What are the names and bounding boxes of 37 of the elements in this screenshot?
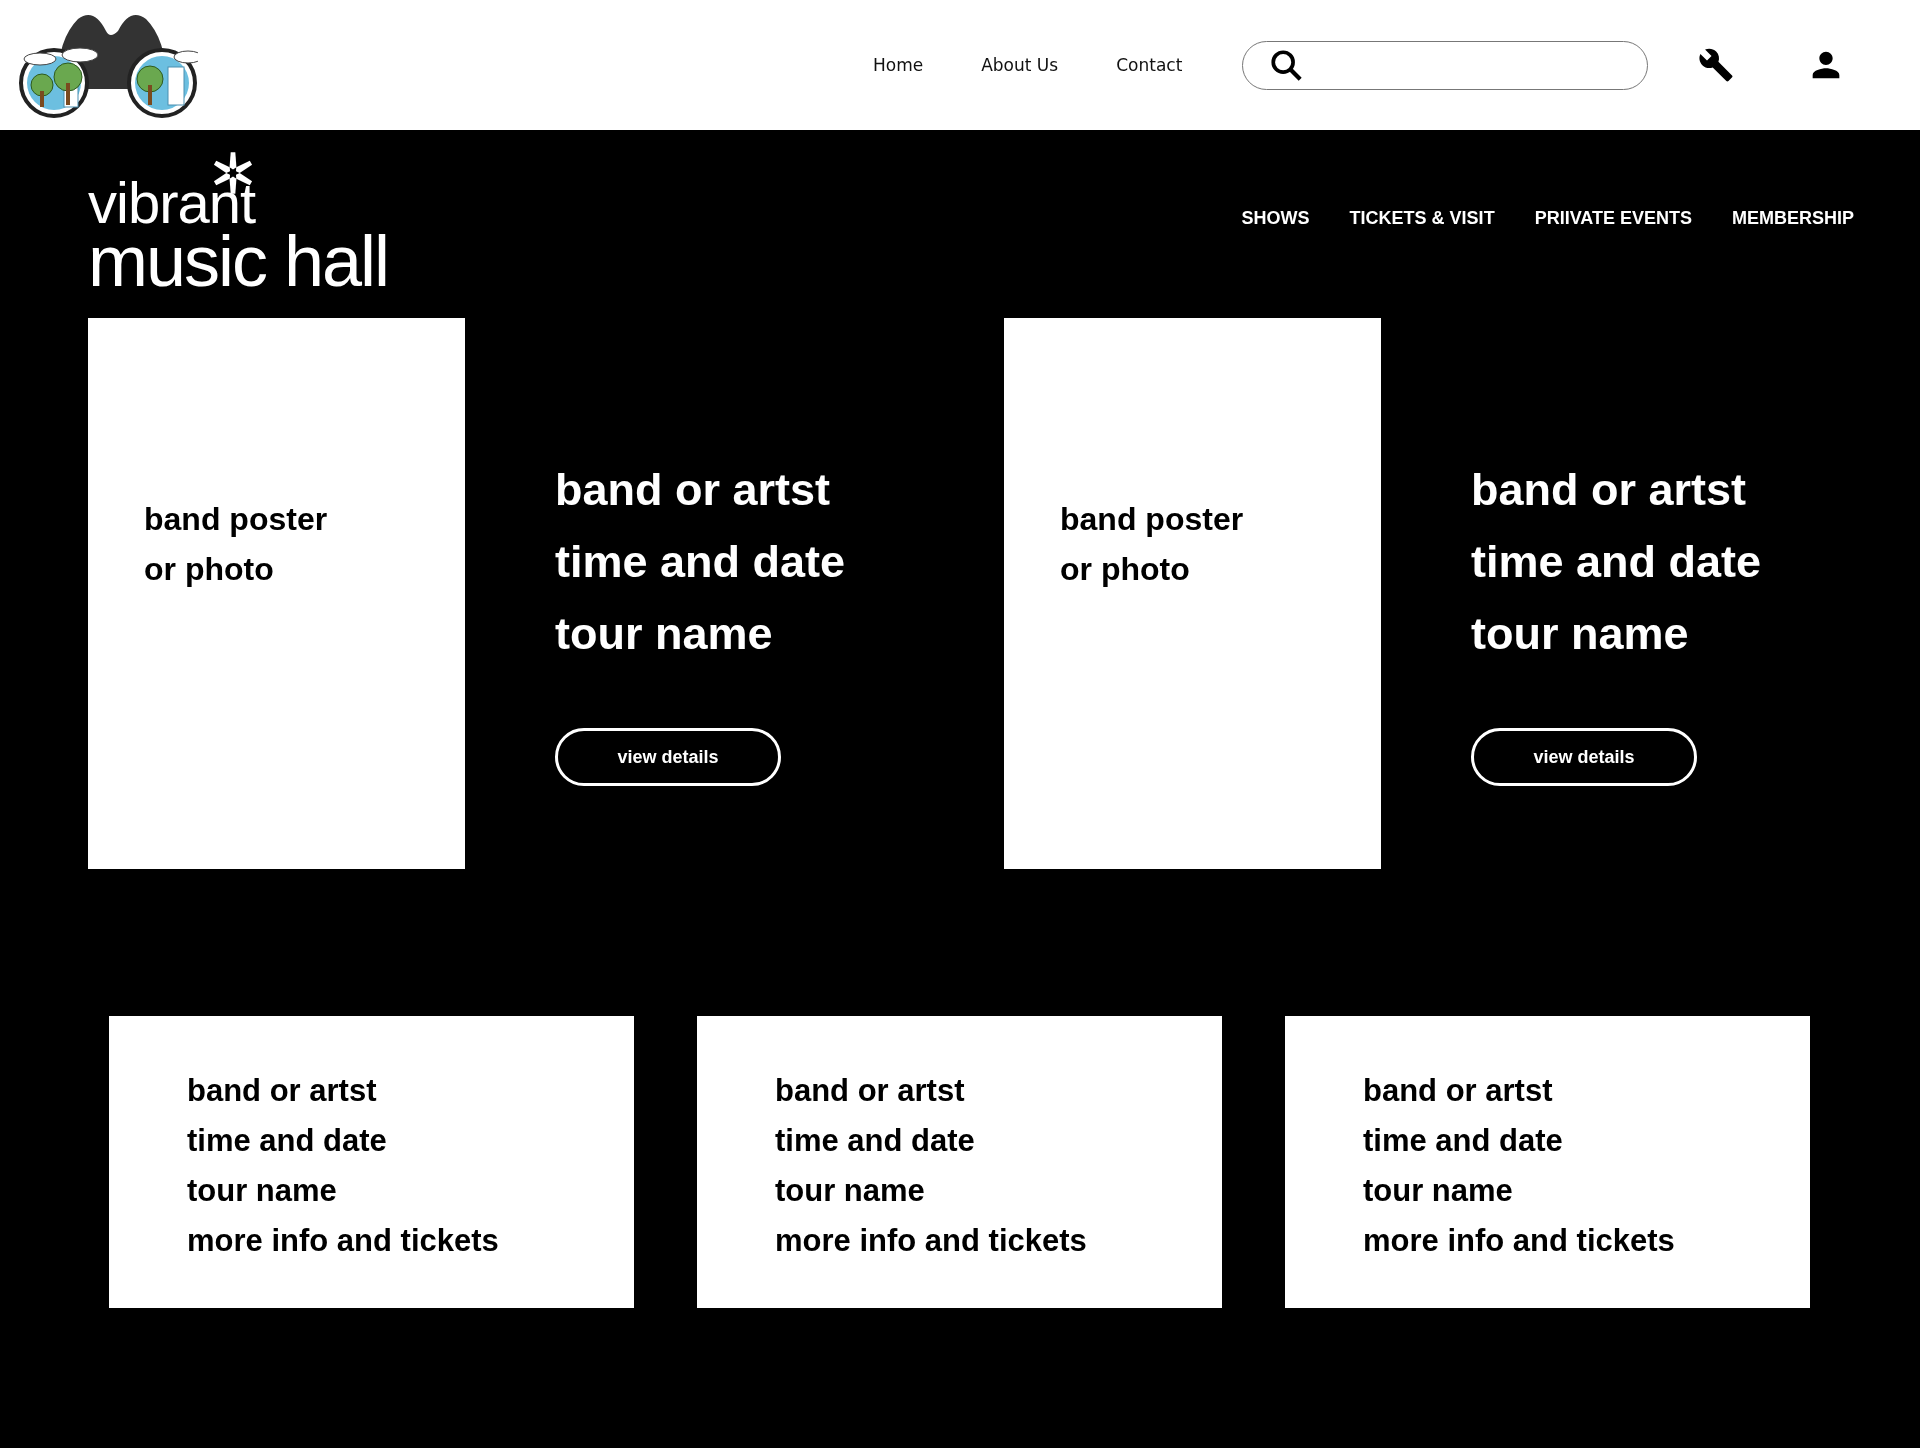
view-details-button[interactable]: view details: [1471, 728, 1697, 786]
show-card[interactable]: band or artst time and date tour name more info and tickets: [109, 1016, 634, 1308]
show-info-text: tour name: [1471, 607, 1689, 661]
nav-link[interactable]: Home: [873, 55, 924, 75]
poster-label: or photo: [1060, 550, 1190, 589]
show-info-text: time and date: [555, 535, 846, 589]
show-info-text: time and date: [1471, 535, 1762, 589]
card-text: tour name: [187, 1172, 338, 1210]
card-text: band or artst: [775, 1072, 966, 1110]
card-text: band or artst: [187, 1072, 378, 1110]
search-icon: [1269, 48, 1304, 82]
show-card[interactable]: band or artst time and date tour name more info and tickets: [697, 1016, 1222, 1308]
show-info-text: tour name: [555, 607, 773, 661]
card-text: more info and tickets: [1363, 1222, 1676, 1260]
main-nav-link[interactable]: TICKETS & VISIT: [1349, 208, 1495, 229]
card-text: time and date: [1363, 1122, 1564, 1160]
main-nav-link[interactable]: PRIIVATE EVENTS: [1534, 208, 1692, 229]
card-text: tour name: [775, 1172, 926, 1210]
show-info-text: band or artst: [1471, 463, 1747, 517]
wrench-icon[interactable]: [1698, 47, 1735, 83]
card-text: more info and tickets: [775, 1222, 1088, 1260]
poster-label: band poster: [144, 500, 328, 539]
main-nav-link[interactable]: MEMBERSHIP: [1732, 208, 1854, 229]
nav-link[interactable]: About Us: [981, 55, 1059, 75]
poster-label: band poster: [1060, 500, 1244, 539]
poster-label: or photo: [144, 550, 274, 589]
show-card[interactable]: band or artst time and date tour name more info and tickets: [1285, 1016, 1810, 1308]
card-text: time and date: [775, 1122, 976, 1160]
card-text: band or artst: [1363, 1072, 1554, 1110]
view-details-button[interactable]: view details: [555, 728, 781, 786]
show-info-text: band or artst: [555, 463, 831, 517]
nav-link[interactable]: Contact: [1116, 55, 1183, 75]
card-text: tour name: [1363, 1172, 1514, 1210]
card-text: time and date: [187, 1122, 388, 1160]
card-text: more info and tickets: [187, 1222, 500, 1260]
brand-logo[interactable]: vibrant music hall: [88, 150, 389, 294]
main-nav-link[interactable]: SHOWS: [1241, 208, 1310, 229]
